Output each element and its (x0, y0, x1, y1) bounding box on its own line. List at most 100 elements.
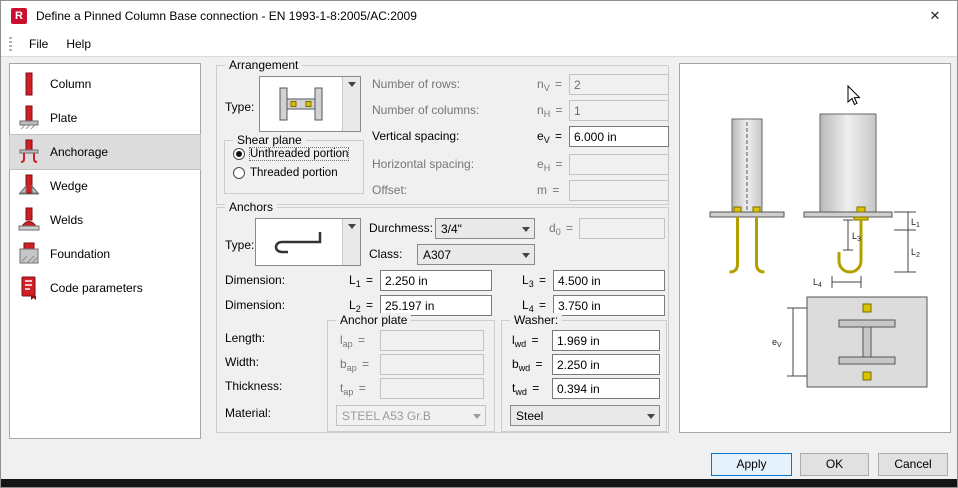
anchor-plate-group-title: Anchor plate (336, 313, 412, 327)
sidebar-item-plate[interactable]: Plate (10, 101, 200, 135)
dim-label-L4: L4 (813, 277, 822, 289)
bap-input (380, 354, 484, 375)
dimension-label-2: Dimension: (225, 298, 286, 312)
connection-drawing: L1 L2 L3 L4 eV (709, 84, 928, 388)
arrangement-type-select[interactable] (259, 76, 361, 132)
sidebar-item-label: Anchorage (50, 145, 109, 159)
dropdown-arrow-icon[interactable] (342, 77, 360, 131)
anchor-plate-material-select: STEEL A53 Gr.B (336, 405, 486, 426)
sidebar-item-foundation[interactable]: Foundation (10, 237, 200, 271)
tap-input (380, 378, 484, 399)
diameter-value: 3/4" (441, 221, 462, 236)
plate-icon (18, 105, 40, 131)
horizontal-spacing-label: Horizontal spacing: (372, 157, 475, 171)
radio-threaded-portion[interactable]: Threaded portion (233, 167, 338, 179)
L3-input[interactable] (553, 270, 665, 291)
sidebar-item-label: Column (50, 77, 92, 91)
thickness-label: Thickness: (225, 379, 283, 393)
shear-plane-group: Shear plane Unthreaded portion Threaded … (224, 133, 364, 194)
preview-panel: L1 L2 L3 L4 eV (679, 63, 951, 433)
columns-symbol: nH = (537, 103, 563, 119)
horizontal-spacing-symbol: eH = (537, 157, 563, 173)
sidebar: Column Plate Anchorage Wedge Welds Found… (9, 63, 201, 439)
sidebar-item-label: Welds (50, 213, 84, 227)
shear-plane-group-title: Shear plane (233, 133, 306, 147)
vertical-spacing-symbol: eV = (537, 129, 563, 145)
rows-input (569, 74, 669, 95)
d0-symbol: d0 = (549, 221, 574, 237)
ok-button[interactable]: OK (800, 453, 869, 476)
washer-group: Washer: lwd = bwd = twd = Steel (501, 313, 667, 432)
anchors-group: Anchors Type: Durchmess: 3/4" d0 = Class… (216, 200, 669, 433)
offset-symbol: m = (537, 183, 560, 197)
diameter-label: Durchmess: (369, 221, 434, 235)
bwd-input[interactable] (552, 354, 660, 375)
anchor-type-label: Type: (225, 238, 255, 252)
arrangement-group: Arrangement Type: Number of rows: nV = N… (216, 58, 669, 205)
dimension-lines (831, 211, 916, 288)
cancel-button[interactable]: Cancel (878, 453, 948, 476)
dropdown-arrow-icon (643, 409, 659, 423)
twd-input[interactable] (552, 378, 660, 399)
dim-label-L2: L2 (911, 247, 920, 259)
arrangement-type-label: Type: (225, 100, 255, 114)
anchors-group-title: Anchors (225, 200, 278, 214)
columns-label: Number of columns: (372, 103, 480, 117)
menu-bar: File Help (1, 31, 957, 57)
offset-input (569, 180, 669, 201)
dropdown-arrow-icon[interactable] (342, 219, 360, 265)
mouse-cursor (847, 84, 861, 106)
welds-icon (18, 207, 40, 233)
anchor-plate-group: Anchor plate lap = bap = tap = STEEL A53… (327, 313, 495, 432)
radio-label: Threaded portion (250, 167, 338, 179)
radio-selected-icon (233, 148, 245, 160)
class-value: A307 (423, 247, 452, 262)
app-icon: R (11, 8, 27, 24)
close-button[interactable]: ✕ (913, 1, 957, 31)
menu-file[interactable]: File (20, 37, 57, 51)
tap-symbol: tap = (340, 381, 366, 397)
bottom-edge (1, 479, 957, 487)
dim-label-L1: L1 (911, 217, 920, 229)
wedge-icon (18, 173, 40, 199)
sidebar-item-welds[interactable]: Welds (10, 203, 200, 237)
lwd-symbol: lwd = (512, 333, 539, 349)
menu-help[interactable]: Help (57, 37, 100, 51)
diameter-select[interactable]: 3/4" (435, 218, 535, 239)
sidebar-item-label: Foundation (50, 247, 111, 261)
radio-label: Unthreaded portion (248, 147, 350, 161)
elevation-left (709, 118, 785, 274)
apply-button[interactable]: Apply (711, 453, 792, 476)
sidebar-item-wedge[interactable]: Wedge (10, 169, 200, 203)
sidebar-item-column[interactable]: Column (10, 67, 200, 101)
washer-material-select[interactable]: Steel (510, 405, 660, 426)
washer-group-title: Washer: (510, 313, 563, 327)
sidebar-item-code-parameters[interactable]: Code parameters (10, 271, 200, 305)
anchorage-icon (18, 139, 40, 165)
class-select[interactable]: A307 (417, 244, 535, 265)
sidebar-item-label: Plate (50, 111, 78, 125)
ev-dimension (787, 307, 807, 377)
L2-symbol: L2 = (349, 298, 374, 314)
anchor-type-select[interactable] (255, 218, 361, 266)
dimension-label-1: Dimension: (225, 273, 286, 287)
L4-input[interactable] (553, 295, 665, 316)
plan-view (806, 296, 928, 388)
vertical-spacing-input[interactable] (569, 126, 669, 147)
menu-grip-icon (9, 36, 12, 51)
column-icon (18, 71, 40, 97)
dialog-window: R Define a Pinned Column Base connection… (0, 0, 958, 488)
lap-symbol: lap = (340, 333, 366, 349)
sidebar-item-anchorage[interactable]: Anchorage (9, 134, 201, 170)
window-title: Define a Pinned Column Base connection -… (36, 9, 417, 23)
dropdown-arrow-icon (469, 409, 485, 423)
width-label: Width: (225, 355, 260, 369)
L1-symbol: L1 = (349, 273, 374, 289)
bap-symbol: bap = (340, 357, 370, 373)
lwd-input[interactable] (552, 330, 660, 351)
bwd-symbol: bwd = (512, 357, 543, 373)
L1-input[interactable] (380, 270, 492, 291)
radio-unthreaded-portion[interactable]: Unthreaded portion (233, 147, 350, 161)
rows-symbol: nV = (537, 77, 563, 93)
code-parameters-icon (18, 275, 40, 301)
